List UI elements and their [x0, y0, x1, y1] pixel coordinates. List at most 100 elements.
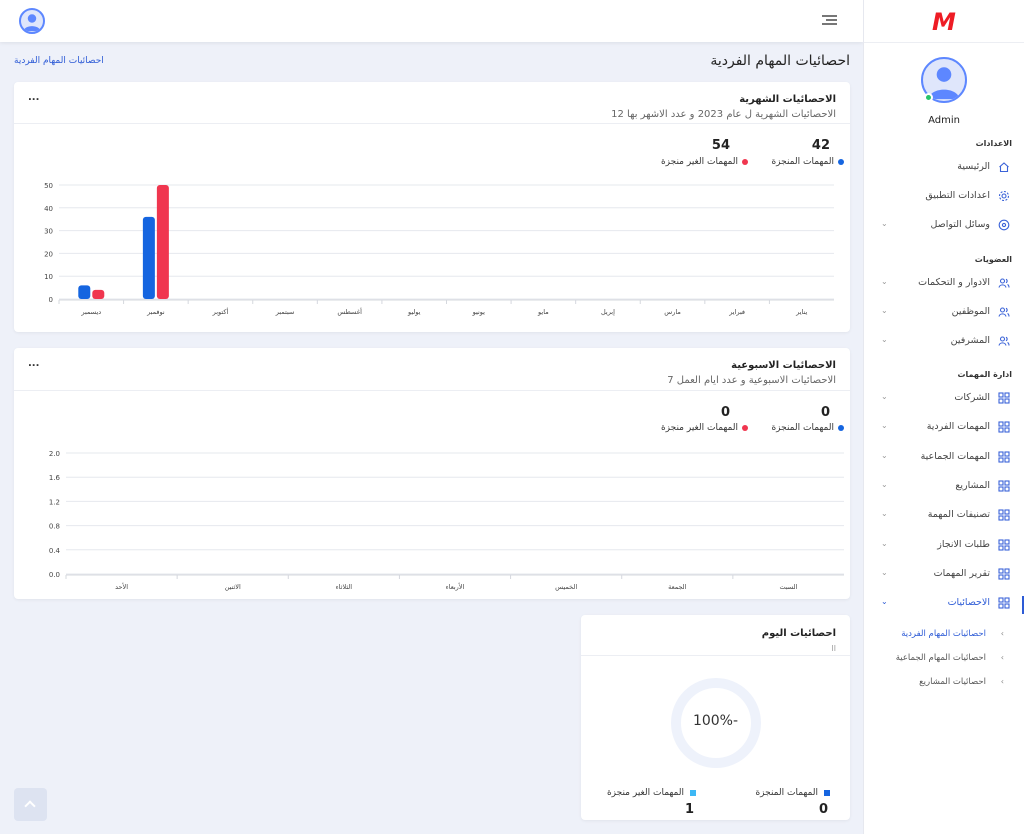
sidebar-item-label: الادوار و التحكمات — [918, 277, 990, 288]
grid-icon — [998, 392, 1010, 404]
weekly-not-done-legend: المهمات الغير منجزة — [661, 423, 748, 433]
sidebar-item-projects[interactable]: المشاريع ⌄ — [863, 476, 1024, 498]
sidebar-subitem-label: احصائيات المهام الجماعية — [895, 653, 986, 663]
y-tick-label: 1.2 — [49, 498, 60, 506]
sidebar-item-tasks-report[interactable]: تقرير المهمات ⌄ — [863, 564, 1024, 586]
sidebar-item-companies[interactable]: الشركات ⌄ — [863, 388, 1024, 410]
page-title: احصائيات المهام الفردية — [710, 53, 850, 69]
monthly-subtitle: الاحصائيات الشهرية ل عام 2023 و عدد الاش… — [611, 109, 836, 120]
online-status-dot — [924, 93, 933, 102]
chevron-down-icon: ⌄ — [881, 277, 888, 286]
x-tick-label: الجمعة — [668, 583, 687, 591]
sidebar-item-task-categories[interactable]: تصنيفات المهمة ⌄ — [863, 505, 1024, 527]
weekly-subtitle: الاحصائيات الاسبوعية و عدد ايام العمل 7 — [667, 375, 836, 386]
bar — [142, 216, 155, 299]
not-done-dot-icon — [742, 158, 748, 165]
weekly-stats-card: الاحصائيات الاسبوعية الاحصائيات الاسبوعي… — [14, 348, 850, 599]
chevron-down-icon: ⌄ — [881, 421, 888, 431]
sidebar-item-individual-tasks[interactable]: المهمات الفردية ⌄ — [863, 417, 1024, 439]
scroll-top-button[interactable] — [14, 788, 47, 821]
x-tick-label: أكتوبر — [212, 307, 229, 316]
x-tick-label: سبتمبر — [275, 308, 295, 316]
y-tick-label: 50 — [44, 182, 53, 190]
chevron-down-icon: ⌄ — [881, 335, 888, 344]
weekly-chart: 0.0 0.4 0.8 1.2 1.6 2.0 السبت الجمعة الخميس الأرب… — [49, 450, 844, 591]
sidebar-item-completion-requests[interactable]: طلبات الانجاز ⌄ — [863, 535, 1024, 557]
sidebar-subitem-label: احصائيات المهام الفردية — [901, 629, 986, 639]
x-tick-label: نوفمبر — [146, 308, 165, 316]
sidebar-section-settings: الاعدادات — [975, 139, 1012, 148]
x-tick-label: الثلاثاء — [336, 583, 353, 591]
user-avatar[interactable] — [19, 8, 45, 34]
sidebar-subitem-group-stats[interactable]: ‹ احصائيات المهام الجماعية — [863, 650, 1024, 670]
chevron-down-icon: ⌄ — [881, 450, 888, 460]
x-tick-label: مارس — [664, 308, 681, 316]
sidebar-item-label: المشرفين — [950, 335, 990, 346]
x-tick-label: يوليو — [407, 308, 421, 316]
sidebar-item-label: اعدادات التطبيق — [925, 190, 990, 201]
x-tick-label: يناير — [795, 308, 807, 316]
today-not-done-label: المهمات الغير منجزة — [606, 788, 684, 798]
sidebar-user-name: Admin — [928, 115, 960, 126]
y-tick-label: 20 — [44, 250, 53, 258]
today-not-done-legend: المهمات الغير منجزة — [607, 788, 696, 798]
today-title: احصائيات اليوم — [761, 628, 836, 639]
divider — [864, 42, 1024, 43]
sidebar-item-statistics[interactable]: الاحصائيات ⌄ — [863, 593, 1024, 615]
grid-icon — [998, 451, 1010, 463]
grid-icon — [998, 538, 1010, 551]
chevron-down-icon: ⌄ — [881, 538, 888, 548]
today-percent: 100%- — [692, 713, 739, 729]
sidebar-item-label: الرئيسية — [957, 161, 990, 172]
monthly-done-label: المهمات المنجزة — [771, 157, 834, 167]
sidebar-subitem-individual-stats[interactable]: ‹ احصائيات المهام الفردية — [863, 626, 1024, 646]
divider — [14, 123, 850, 124]
chevron-down-icon: ⌄ — [881, 392, 888, 401]
sidebar-item-roles[interactable]: الادوار و التحكمات ⌄ — [863, 273, 1024, 295]
sidebar-item-label: تصنيفات المهمة — [927, 509, 990, 521]
grid-icon — [998, 597, 1010, 609]
y-tick-label: 0.0 — [49, 571, 60, 579]
chevron-left-icon: ‹ — [1000, 677, 1004, 686]
y-tick-label: 40 — [44, 205, 53, 213]
network-icon — [998, 219, 1010, 231]
x-tick-label: فبراير — [728, 308, 745, 316]
x-tick-label: إبريل — [601, 308, 615, 316]
monthly-more-button[interactable]: ... — [28, 92, 39, 103]
breadcrumb[interactable]: احصائيات المهام الفردية — [14, 56, 104, 66]
today-subtitle: ll — [831, 644, 836, 653]
top-header — [0, 0, 863, 42]
weekly-not-done-count: 0 — [720, 405, 730, 420]
user-avatar-icon — [23, 14, 41, 32]
bar — [156, 185, 169, 299]
weekly-not-done-label: المهمات الغير منجزة — [660, 423, 738, 433]
sidebar-section-tasks: ادارة المهمات — [957, 370, 1013, 379]
today-done-legend: المهمات المنجزة — [755, 788, 830, 798]
chevron-down-icon: ⌄ — [881, 219, 888, 228]
chevron-down-icon: ⌄ — [881, 509, 888, 519]
x-tick-label: يونيو — [472, 308, 485, 316]
users-icon — [998, 306, 1010, 318]
x-tick-label: السبت — [779, 583, 797, 591]
bar — [92, 289, 105, 299]
x-tick-label: الأحد — [115, 582, 128, 591]
today-stats-card: احصائيات اليوم ll 100%- المهمات المنجزة … — [581, 615, 850, 820]
sidebar-subitem-project-stats[interactable]: ‹ احصائيات المشاريع — [863, 674, 1024, 694]
weekly-more-button[interactable]: ... — [28, 358, 39, 369]
sidebar-item-employees[interactable]: الموظفين ⌄ — [863, 302, 1024, 324]
today-done-value: 0 — [818, 802, 828, 817]
menu-toggle-icon[interactable] — [822, 15, 837, 27]
brand-logo[interactable]: M — [864, 8, 1024, 36]
monthly-done-legend: المهمات المنجزة — [771, 157, 844, 167]
y-tick-label: 0 — [49, 296, 53, 304]
sidebar-item-app-settings[interactable]: اعدادات التطبيق — [863, 186, 1024, 208]
sidebar-item-social[interactable]: وسائل التواصل ⌄ — [863, 215, 1024, 237]
chevron-down-icon: ⌄ — [881, 597, 888, 607]
sidebar-item-home[interactable]: الرئيسية — [863, 157, 1024, 179]
sidebar-item-supervisors[interactable]: المشرفين ⌄ — [863, 331, 1024, 353]
monthly-title: الاحصائيات الشهرية — [739, 94, 836, 105]
sidebar-item-group-tasks[interactable]: المهمات الجماعية ⌄ — [863, 447, 1024, 469]
x-tick-label: الخميس — [555, 583, 577, 591]
bar — [78, 285, 91, 299]
sidebar-item-label: تقرير المهمات — [933, 567, 990, 579]
